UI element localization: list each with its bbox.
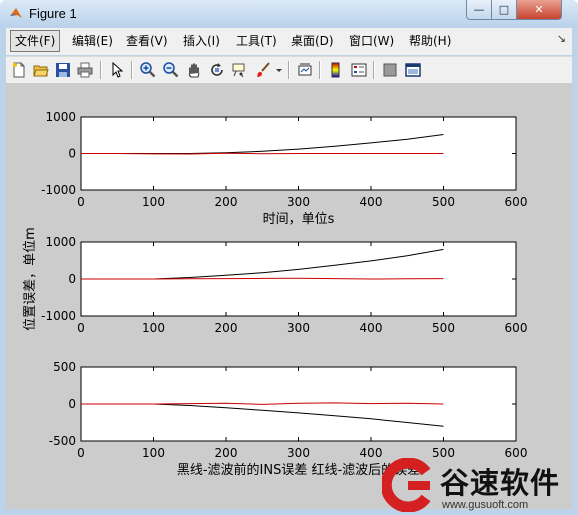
window-title: Figure 1 — [29, 6, 77, 21]
matlab-logo-icon — [10, 8, 22, 18]
menu-bar: 文件(F) 编辑(E) 查看(V) 插入(I) 工具(T) 桌面(D) 窗口(W… — [6, 28, 572, 55]
x-tick-label: 200 — [215, 321, 238, 335]
x-tick-label: 300 — [287, 195, 310, 209]
y-tick-label: -500 — [49, 434, 76, 448]
x-tick-label: 400 — [360, 195, 383, 209]
y-tick-label: 1000 — [45, 110, 76, 124]
x-tick-label: 100 — [142, 446, 165, 460]
colorbar-icon[interactable] — [326, 60, 346, 80]
toolbar-separator — [100, 61, 102, 79]
zoom-in-icon[interactable] — [138, 60, 158, 80]
hide-plot-tools-icon[interactable] — [380, 60, 400, 80]
pan-hand-icon[interactable] — [184, 60, 204, 80]
toolbar-separator — [288, 61, 290, 79]
save-icon[interactable] — [53, 60, 73, 80]
pointer-icon[interactable] — [107, 60, 127, 80]
x-tick-label: 0 — [77, 321, 85, 335]
y-tick-label: 0 — [68, 147, 76, 161]
brush-dropdown-icon[interactable] — [274, 60, 284, 80]
y-tick-label: -1000 — [41, 183, 76, 197]
figure-window: Figure 1 — □ ✕ 文件(F) 编辑(E) 查看(V) 插入(I) 工… — [0, 0, 578, 515]
watermark-logo-icon — [382, 458, 431, 512]
x-tick-label: 500 — [432, 321, 455, 335]
figure-plots: 0 100 200 300 400 500 600-100001000时间，单位s0 100 2… — [23, 110, 528, 478]
toolbar-separator — [319, 61, 321, 79]
x-tick-label: 300 — [287, 446, 310, 460]
menu-help[interactable]: 帮助(H) — [405, 31, 455, 51]
x-tick-label: 600 — [505, 321, 528, 335]
figure-canvas: 0 100 200 300 400 500 600 -1000 0 1000 时间，单位s 0 100 2… — [6, 83, 572, 509]
menu-insert[interactable]: 插入(I) — [179, 31, 224, 51]
close-button[interactable]: ✕ — [516, 0, 562, 20]
data-cursor-icon[interactable] — [230, 60, 250, 80]
x-tick-label: 200 — [215, 446, 238, 460]
menu-desktop[interactable]: 桌面(D) — [287, 31, 338, 51]
y-tick-label: 1000 — [45, 235, 76, 249]
menu-file[interactable]: 文件(F) — [10, 30, 61, 52]
x-tick-label: 600 — [505, 195, 528, 209]
print-icon[interactable] — [75, 60, 95, 80]
x-tick-label: 100 — [142, 321, 165, 335]
menu-window[interactable]: 窗口(W) — [345, 31, 398, 51]
x-tick-label: 400 — [360, 321, 383, 335]
y-axis-label: 位置误差，单位m — [23, 227, 38, 331]
menu-view[interactable]: 查看(V) — [122, 31, 172, 51]
x-tick-label: 0 — [77, 446, 85, 460]
x-axis-label: 时间，单位s — [263, 212, 335, 227]
x-tick-label: 200 — [215, 195, 238, 209]
brush-icon[interactable] — [253, 60, 273, 80]
link-plot-icon[interactable] — [295, 60, 315, 80]
minimize-button[interactable]: — — [466, 0, 492, 20]
legend-icon[interactable] — [349, 60, 369, 80]
y-tick-label: -1000 — [41, 309, 76, 323]
watermark: 谷速软件 www.gusuoft.com — [378, 456, 578, 515]
y-tick-label: 500 — [53, 360, 76, 374]
watermark-name: 谷速软件 — [440, 466, 561, 500]
dock-arrow-icon[interactable]: ↘ — [557, 32, 566, 45]
y-tick-label: 0 — [68, 272, 76, 286]
title-bar[interactable]: Figure 1 — □ ✕ — [0, 0, 578, 28]
new-figure-icon[interactable] — [9, 60, 29, 80]
red-series-line — [81, 152, 444, 155]
open-file-icon[interactable] — [31, 60, 51, 80]
toolbar-separator — [131, 61, 133, 79]
menu-edit[interactable]: 编辑(E) — [68, 31, 117, 51]
maximize-button[interactable]: □ — [491, 0, 517, 20]
toolbar-separator — [373, 61, 375, 79]
x-tick-label: 0 — [77, 195, 85, 209]
watermark-url: www.gusuoft.com — [442, 499, 529, 511]
show-plot-tools-icon[interactable] — [403, 60, 423, 80]
x-tick-label: 300 — [287, 321, 310, 335]
x-tick-label: 500 — [432, 195, 455, 209]
zoom-out-icon[interactable] — [161, 60, 181, 80]
rotate-3d-icon[interactable] — [207, 60, 227, 80]
toolbar — [6, 56, 572, 84]
x-tick-label: 100 — [142, 195, 165, 209]
menu-tools[interactable]: 工具(T) — [232, 31, 281, 51]
y-tick-label: 0 — [68, 397, 76, 411]
